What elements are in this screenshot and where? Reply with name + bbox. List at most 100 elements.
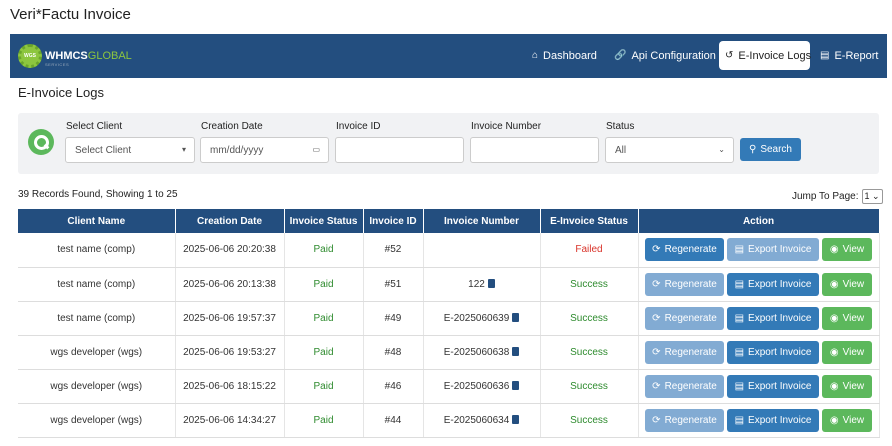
caret-down-icon: ▾ bbox=[181, 145, 186, 154]
nav-dashboard[interactable]: ⌂ Dashboard bbox=[526, 41, 603, 70]
pdf-file-icon[interactable] bbox=[512, 346, 520, 356]
action-cell: ⟳ Regenerate ▤ Export Invoice ◉ View bbox=[638, 301, 880, 336]
home-icon: ⌂ bbox=[532, 50, 539, 61]
client-label: Select Client bbox=[66, 121, 123, 132]
pdf-file-icon[interactable] bbox=[487, 278, 495, 288]
pdf-file-icon[interactable] bbox=[512, 380, 520, 390]
regenerate-label: Regenerate bbox=[664, 414, 717, 426]
export-file-icon: ▤ bbox=[734, 346, 745, 358]
chevron-down-icon: ⌄ bbox=[718, 145, 725, 154]
invoice-number-label: Invoice Number bbox=[471, 121, 542, 132]
invoice-status-cell: Paid bbox=[284, 369, 364, 404]
col-invoice-number[interactable]: Invoice Number bbox=[423, 209, 541, 233]
export-invoice-label: Export Invoice bbox=[748, 346, 812, 358]
nav-e-report-label: E-Report bbox=[834, 49, 879, 62]
export-invoice-button[interactable]: ▤ Export Invoice bbox=[727, 340, 819, 364]
view-button[interactable]: ◉ View bbox=[822, 238, 872, 262]
client-select[interactable]: Select Client ▾ bbox=[65, 137, 195, 163]
regenerate-button[interactable]: ⟳ Regenerate bbox=[645, 238, 724, 262]
pdf-file-icon[interactable] bbox=[512, 414, 520, 424]
jump-to-page: Jump To Page: 1 ⌄ bbox=[792, 189, 883, 204]
nav-dashboard-label: Dashboard bbox=[543, 49, 597, 62]
table-row: test name (comp) 2025-06-06 20:13:38 Paid #… bbox=[18, 267, 880, 302]
table-row: wgs developer (wgs) 2025-06-06 14:34:27 Pa… bbox=[18, 403, 880, 438]
regenerate-button[interactable]: ⟳ Regenerate bbox=[645, 306, 724, 330]
view-button[interactable]: ◉ View bbox=[822, 374, 872, 398]
export-invoice-label: Export Invoice bbox=[748, 380, 812, 392]
action-cell: ⟳ Regenerate ▤ Export Invoice ◉ View bbox=[638, 403, 880, 438]
invoice-id-input[interactable] bbox=[335, 137, 464, 163]
export-file-icon: ▤ bbox=[734, 414, 745, 426]
creation-date-placeholder: mm/dd/yyyy bbox=[210, 144, 264, 156]
einvoice-status-cell: Success bbox=[540, 267, 639, 302]
export-invoice-button[interactable]: ▤ Export Invoice bbox=[727, 238, 819, 262]
refresh-icon: ⟳ bbox=[652, 380, 661, 392]
col-creation-date[interactable]: Creation Date bbox=[175, 209, 285, 233]
page-title: E-Invoice Logs bbox=[18, 85, 104, 100]
view-button[interactable]: ◉ View bbox=[822, 408, 872, 432]
wgs-logo[interactable]: WGS WHMCSGLOBAL SERVICES bbox=[18, 43, 132, 69]
pdf-file-icon[interactable] bbox=[512, 312, 520, 322]
invoice-status-cell: Paid bbox=[284, 267, 364, 302]
eye-icon: ◉ bbox=[829, 244, 839, 256]
export-invoice-label: Export Invoice bbox=[748, 278, 812, 290]
export-invoice-label: Export Invoice bbox=[748, 244, 812, 256]
regenerate-button[interactable]: ⟳ Regenerate bbox=[645, 272, 724, 296]
nav-e-report[interactable]: ▤ E-Report bbox=[814, 41, 884, 70]
export-invoice-button[interactable]: ▤ Export Invoice bbox=[727, 408, 819, 432]
export-invoice-label: Export Invoice bbox=[748, 312, 812, 324]
eye-icon: ◉ bbox=[829, 346, 839, 358]
nav-e-invoice-logs[interactable]: ↺ E-Invoice Logs bbox=[719, 41, 811, 70]
refresh-icon: ⟳ bbox=[652, 346, 661, 358]
client-select-value: Select Client bbox=[75, 144, 132, 156]
table-row: wgs developer (wgs) 2025-06-06 19:53:27 Pa… bbox=[18, 335, 880, 370]
invoice-number-text: E-2025060634 bbox=[443, 414, 510, 426]
filter-panel: Select Client Select Client ▾ Creation D… bbox=[18, 113, 879, 174]
table-header-row: Client Name Creation Date Invoice Status… bbox=[18, 209, 880, 233]
regenerate-button[interactable]: ⟳ Regenerate bbox=[645, 374, 724, 398]
nav-api-configuration[interactable]: 🔗 Api Configuration bbox=[608, 41, 722, 70]
eye-icon: ◉ bbox=[829, 380, 839, 392]
invoice-status-cell: Paid bbox=[284, 335, 364, 370]
einvoice-status-cell: Success bbox=[540, 335, 639, 370]
search-button[interactable]: ⚲ Search bbox=[740, 138, 801, 161]
invoice-id-cell: #44 bbox=[363, 403, 424, 438]
col-client-name[interactable]: Client Name bbox=[18, 209, 176, 233]
col-invoice-id[interactable]: Invoice ID bbox=[363, 209, 424, 233]
invoice-number-cell: E-2025060636 bbox=[423, 369, 541, 404]
creation-date-cell: 2025-06-06 19:53:27 bbox=[175, 335, 285, 370]
creation-date-cell: 2025-06-06 14:34:27 bbox=[175, 403, 285, 438]
view-button[interactable]: ◉ View bbox=[822, 340, 872, 364]
jump-page-select[interactable]: 1 ⌄ bbox=[861, 189, 883, 204]
col-invoice-status[interactable]: Invoice Status bbox=[284, 209, 364, 233]
invoice-number-cell: E-2025060634 bbox=[423, 403, 541, 438]
export-invoice-button[interactable]: ▤ Export Invoice bbox=[727, 306, 819, 330]
einvoice-status-cell: Success bbox=[540, 369, 639, 404]
view-button[interactable]: ◉ View bbox=[822, 306, 872, 330]
export-invoice-button[interactable]: ▤ Export Invoice bbox=[727, 374, 819, 398]
invoice-id-cell: #48 bbox=[363, 335, 424, 370]
search-icon: ⚲ bbox=[748, 144, 757, 155]
table-row: wgs developer (wgs) 2025-06-06 18:15:22 Pa… bbox=[18, 369, 880, 404]
invoice-number-text: 122 bbox=[468, 278, 485, 290]
status-label: Status bbox=[606, 121, 635, 132]
calendar-icon[interactable]: ▭ bbox=[312, 145, 320, 154]
search-button-label: Search bbox=[760, 144, 792, 155]
invoice-number-cell: 122 bbox=[423, 267, 541, 302]
invoice-number-text: E-2025060639 bbox=[443, 312, 510, 324]
invoice-number-cell bbox=[423, 233, 541, 268]
logo-badge: WGS bbox=[24, 53, 36, 59]
records-summary: 39 Records Found, Showing 1 to 25 bbox=[18, 189, 178, 200]
status-select[interactable]: All ⌄ bbox=[605, 137, 734, 163]
view-button[interactable]: ◉ View bbox=[822, 272, 872, 296]
regenerate-button[interactable]: ⟳ Regenerate bbox=[645, 408, 724, 432]
regenerate-button[interactable]: ⟳ Regenerate bbox=[645, 340, 724, 364]
invoice-number-text: E-2025060636 bbox=[443, 380, 510, 392]
refresh-icon: ⟳ bbox=[652, 244, 661, 256]
col-einvoice-status[interactable]: E-Invoice Status bbox=[540, 209, 639, 233]
export-invoice-button[interactable]: ▤ Export Invoice bbox=[727, 272, 819, 296]
creation-date-input[interactable]: mm/dd/yyyy ▭ bbox=[200, 137, 329, 163]
invoice-number-cell: E-2025060639 bbox=[423, 301, 541, 336]
invoice-number-input[interactable] bbox=[470, 137, 599, 163]
regenerate-label: Regenerate bbox=[664, 346, 717, 358]
